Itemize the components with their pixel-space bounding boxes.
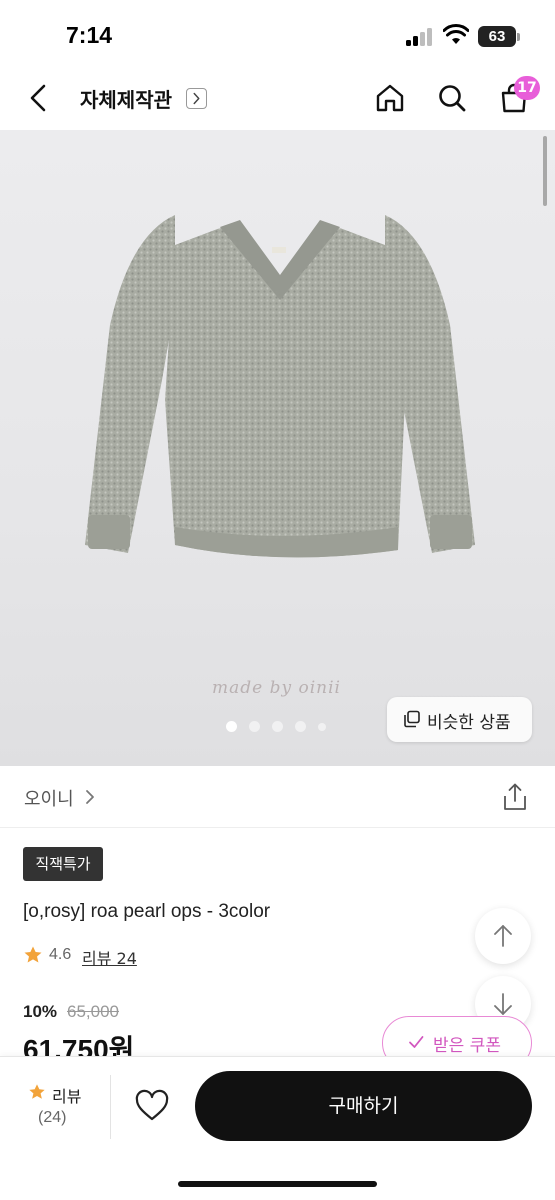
home-indicator <box>178 1181 377 1187</box>
discount-percent: 10% <box>23 1002 58 1021</box>
carousel-dot[interactable] <box>272 721 283 732</box>
brand-link[interactable]: 오이니 <box>24 785 74 811</box>
carousel-dots <box>226 721 336 733</box>
review-label: 리뷰 <box>52 1087 82 1106</box>
original-price: 65,000 <box>67 1002 119 1021</box>
deal-badge: 직잭특가 <box>23 847 103 881</box>
brand-row: 오이니 <box>0 766 555 828</box>
page-title[interactable]: 자체제작관 <box>80 84 172 113</box>
check-icon <box>409 1036 424 1048</box>
review-link[interactable]: 리뷰 24 <box>82 945 137 969</box>
heart-icon[interactable] <box>134 1089 170 1123</box>
image-scroll-indicator <box>543 136 547 206</box>
search-icon[interactable] <box>436 82 468 114</box>
similar-products-button[interactable]: 비슷한 상품 <box>387 697 532 742</box>
carousel-dot[interactable] <box>226 721 237 732</box>
home-icon[interactable] <box>374 82 406 114</box>
wifi-icon <box>443 24 469 44</box>
cart-count-badge: 17 <box>514 76 540 100</box>
scroll-up-button[interactable] <box>475 908 531 964</box>
battery-cap <box>517 33 520 41</box>
share-icon[interactable] <box>501 782 529 812</box>
top-nav-bar: 자체제작관 <box>0 70 555 130</box>
status-bar: 7:14 63 <box>0 0 555 70</box>
arrow-up-icon <box>494 925 512 947</box>
status-time: 7:14 <box>66 22 113 48</box>
star-icon <box>24 946 42 963</box>
chevron-right-icon[interactable] <box>186 88 207 109</box>
carousel-dot[interactable] <box>249 721 260 732</box>
product-title: [o,rosy] roa pearl ops - 3color <box>23 901 271 922</box>
carousel-dot[interactable] <box>318 723 326 731</box>
product-image-carousel[interactable]: made by oinii 비슷한 상품 <box>0 130 555 766</box>
bottom-action-bar: 리뷰 (24) 구매하기 <box>0 1056 555 1200</box>
review-summary-button[interactable]: 리뷰 (24) <box>24 1079 94 1139</box>
cellular-signal-icon <box>406 28 434 46</box>
similar-products-label: 비슷한 상품 <box>427 713 511 733</box>
copy-icon <box>404 710 420 728</box>
star-icon <box>29 1084 45 1099</box>
back-arrow-icon[interactable] <box>22 80 58 116</box>
rating-value: 4.6 <box>49 946 72 963</box>
coupon-label: 받은 쿠폰 <box>433 1036 501 1056</box>
divider <box>110 1075 111 1139</box>
buy-button[interactable]: 구매하기 <box>195 1071 532 1141</box>
brand-watermark: made by oinii <box>212 678 341 698</box>
rating-row: 4.6 리뷰 24 <box>23 944 223 968</box>
chevron-right-icon[interactable] <box>82 788 98 806</box>
carousel-dot[interactable] <box>295 721 306 732</box>
product-photo <box>85 215 475 558</box>
review-count: (24) <box>38 1109 67 1126</box>
battery-indicator: 63 <box>478 26 516 47</box>
